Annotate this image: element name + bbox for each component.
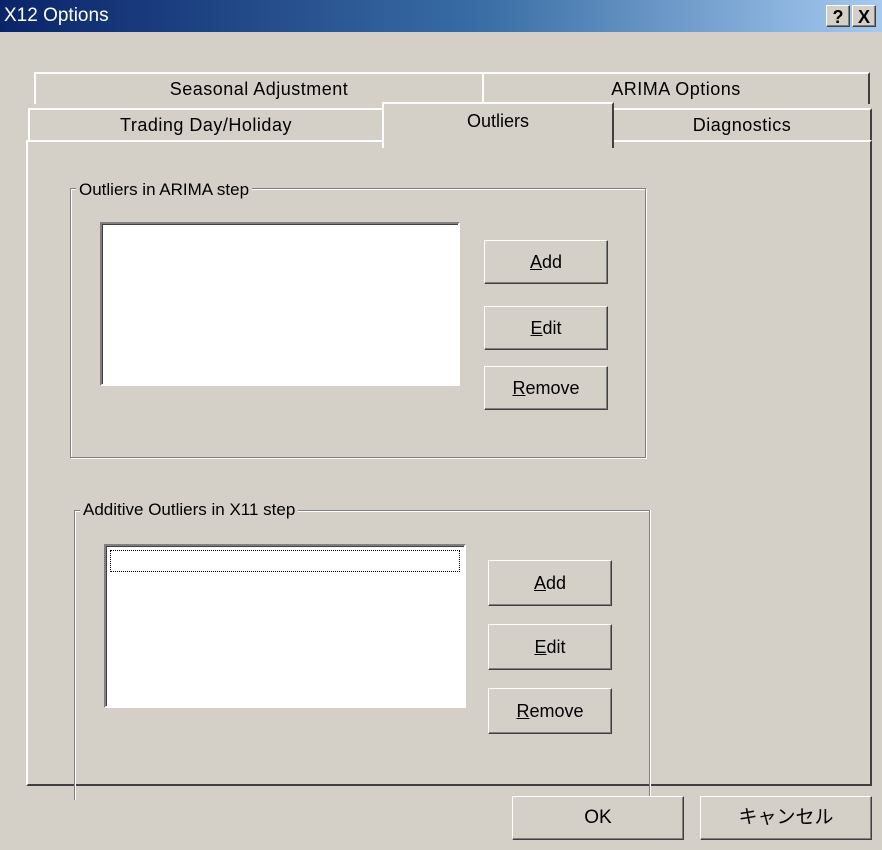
x11-add-button[interactable]: Add — [488, 560, 612, 606]
tab-label: Diagnostics — [692, 115, 792, 135]
button-label: emove — [529, 701, 584, 721]
window-title: X12 Options — [4, 5, 109, 26]
button-label: dit — [542, 318, 562, 338]
tab-trading-day-holiday[interactable]: Trading Day/Holiday — [28, 108, 384, 140]
x11-outliers-group-label: Additive Outliers in X11 step — [80, 500, 299, 520]
tab-label: Seasonal Adjustment — [169, 79, 349, 99]
arima-remove-button[interactable]: Remove — [484, 366, 608, 410]
mnemonic: A — [533, 573, 546, 593]
help-button[interactable]: ? — [826, 5, 850, 27]
tab-label: Trading Day/Holiday — [120, 115, 292, 135]
arima-outliers-group-label: Outliers in ARIMA step — [76, 180, 253, 200]
tab-label: Outliers — [466, 111, 529, 131]
title-bar — [0, 0, 882, 32]
list-focus-row[interactable] — [110, 550, 460, 572]
arima-outliers-list[interactable] — [100, 222, 460, 386]
mnemonic: E — [530, 318, 543, 338]
close-button[interactable]: X — [852, 5, 876, 27]
mnemonic: R — [516, 701, 530, 721]
x11-outliers-list[interactable] — [104, 544, 466, 708]
tab-outliers[interactable]: Outliers — [382, 102, 614, 148]
arima-edit-button[interactable]: Edit — [484, 306, 608, 350]
arima-add-button[interactable]: Add — [484, 240, 608, 284]
x11-edit-button[interactable]: Edit — [488, 624, 612, 670]
button-label: dd — [545, 573, 567, 593]
mnemonic: E — [534, 637, 547, 657]
button-label: dit — [546, 637, 566, 657]
tab-arima-options[interactable]: ARIMA Options — [482, 72, 870, 104]
tab-diagnostics[interactable]: Diagnostics — [612, 108, 872, 140]
tab-label: ARIMA Options — [611, 79, 741, 99]
button-label: emove — [525, 378, 580, 398]
tab-seasonal-adjustment[interactable]: Seasonal Adjustment — [34, 72, 484, 104]
x11-remove-button[interactable]: Remove — [488, 688, 612, 734]
mnemonic: A — [529, 252, 542, 272]
cancel-button[interactable]: キャンセル — [700, 796, 872, 840]
button-label: dd — [541, 252, 563, 272]
ok-button[interactable]: OK — [512, 796, 684, 840]
mnemonic: R — [512, 378, 526, 398]
